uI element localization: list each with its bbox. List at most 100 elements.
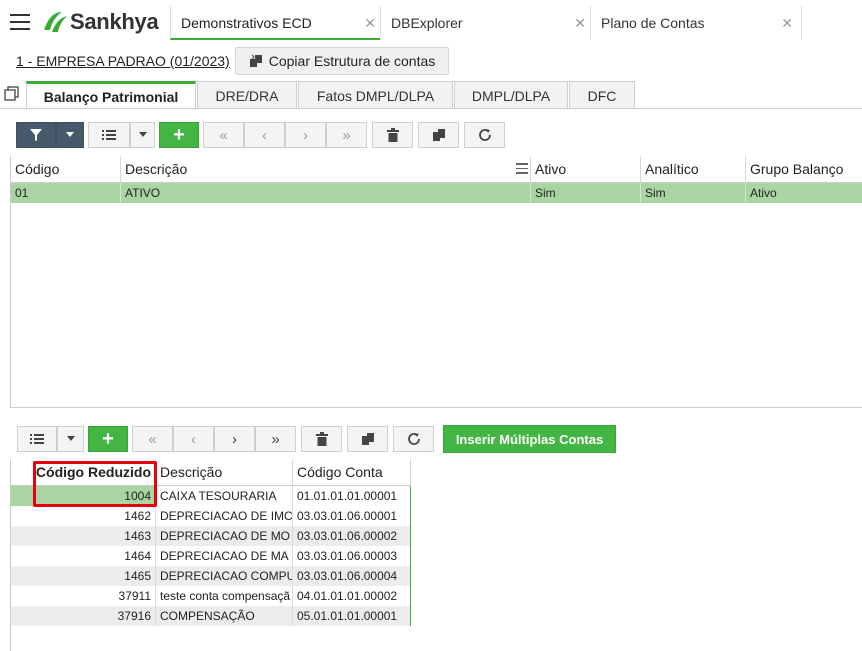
copy-icon [432, 129, 445, 141]
table-row[interactable]: 1465 DEPRECIACAO COMPU 03.03.01.06.00004 [11, 566, 411, 586]
tab-demonstrativos-ecd[interactable]: Demonstrativos ECD ✕ [170, 6, 380, 40]
cell-descricao: DEPRECIACAO DE MO [156, 526, 293, 546]
add-button[interactable]: + [159, 122, 199, 148]
cell-codigo-reduzido: 1464 [11, 546, 156, 566]
tab-dre-dra[interactable]: DRE/DRA [197, 81, 297, 109]
first-icon: « [219, 126, 228, 144]
table-row[interactable]: 01 ATIVO Sim Sim Ativo [11, 183, 862, 203]
windows-icon[interactable] [4, 86, 20, 102]
list-view-dropdown-button[interactable] [57, 426, 84, 452]
list-icon [102, 130, 116, 140]
col-descricao[interactable]: Descrição [156, 459, 293, 486]
brand-name: Sankhya [70, 9, 159, 34]
tab-plano-de-contas[interactable]: Plano de Contas ✕ [590, 6, 802, 40]
refresh-button[interactable] [393, 426, 434, 452]
cell-codigo-reduzido: 1465 [11, 566, 156, 586]
chevron-down-icon [66, 132, 74, 137]
tab-label: Plano de Contas [601, 15, 705, 31]
close-icon[interactable]: ✕ [781, 6, 793, 40]
trash-icon [386, 128, 399, 142]
cell-grupo: Ativo [746, 183, 862, 203]
last-record-button[interactable]: » [326, 122, 367, 148]
cell-descricao: DEPRECIACAO DE IMC [156, 506, 293, 526]
filter-dropdown-button[interactable] [56, 122, 84, 148]
first-record-button[interactable]: « [203, 122, 244, 148]
duplicate-button[interactable] [347, 426, 388, 452]
tab-fatos-dmpl-dlpa[interactable]: Fatos DMPL/DLPA [298, 81, 453, 109]
last-icon: » [271, 430, 280, 448]
logo: Sankhya [40, 9, 159, 35]
table-row[interactable]: 1462 DEPRECIACAO DE IMC 03.03.01.06.0000… [11, 506, 411, 526]
tabs-divider [0, 108, 862, 109]
list-view-button[interactable] [88, 122, 130, 148]
menu-icon[interactable] [10, 14, 30, 30]
last-record-button[interactable]: » [255, 426, 296, 452]
top-bar: Sankhya Demonstrativos ECD ✕ DBExplorer … [0, 0, 862, 44]
company-label[interactable]: 1 - EMPRESA PADRAO (01/2023) [16, 53, 230, 69]
cell-codigo-conta: 04.01.01.01.00002 [293, 586, 411, 606]
first-icon: « [148, 430, 157, 448]
refresh-icon [478, 129, 491, 141]
col-codigo-conta[interactable]: Código Conta [293, 459, 411, 486]
col-grupo-balanco[interactable]: Grupo Balanço [746, 156, 862, 183]
cell-codigo-reduzido: 37911 [11, 586, 156, 606]
refresh-icon [407, 433, 420, 445]
copy-structure-button[interactable]: Copiar Estrutura de contas [235, 47, 449, 75]
filter-button[interactable] [16, 122, 56, 148]
copy-icon [361, 433, 374, 445]
delete-button[interactable] [301, 426, 342, 452]
refresh-button[interactable] [464, 122, 505, 148]
prev-icon: ‹ [191, 430, 196, 448]
col-ativo[interactable]: Ativo [531, 156, 641, 183]
cell-codigo-conta: 01.01.01.01.00001 [293, 486, 411, 506]
cell-descricao: teste conta compensaçã [156, 586, 293, 606]
list-view-dropdown-button[interactable] [130, 122, 155, 148]
cell-codigo-conta: 05.01.01.01.00001 [293, 606, 411, 626]
add-account-button[interactable]: + [88, 426, 128, 452]
col-analitico[interactable]: Analítico [641, 156, 746, 183]
structure-grid: Código Descrição Ativo Analítico Grupo B… [10, 156, 862, 408]
cell-descricao: CAIXA TESOURARIA [156, 486, 293, 506]
delete-button[interactable] [372, 122, 413, 148]
tab-balanco-patrimonial[interactable]: Balanço Patrimonial [26, 81, 196, 110]
cell-descricao: DEPRECIACAO COMPU [156, 566, 293, 586]
cell-codigo-reduzido: 37916 [11, 606, 156, 626]
highlight-box [33, 461, 157, 507]
cell-descricao: COMPENSAÇÃO [156, 606, 293, 626]
col-descricao[interactable]: Descrição [121, 156, 531, 183]
list-icon [30, 434, 44, 444]
grid-header: Código Descrição Ativo Analítico Grupo B… [11, 156, 862, 183]
insert-multiple-accounts-button[interactable]: Inserir Múltiplas Contas [443, 425, 616, 453]
table-row[interactable]: 1464 DEPRECIACAO DE MA 03.03.01.06.00003 [11, 546, 411, 566]
tab-dbexplorer[interactable]: DBExplorer ✕ [380, 6, 590, 40]
column-menu-icon[interactable] [516, 163, 528, 175]
col-codigo[interactable]: Código [11, 156, 121, 183]
list-view-button[interactable] [17, 426, 57, 452]
close-icon[interactable]: ✕ [574, 6, 586, 40]
tab-label: DBExplorer [391, 15, 463, 31]
table-row[interactable]: 37911 teste conta compensaçã 04.01.01.01… [11, 586, 411, 606]
first-record-button[interactable]: « [132, 426, 173, 452]
prev-record-button[interactable]: ‹ [173, 426, 214, 452]
tab-label: Demonstrativos ECD [181, 15, 312, 31]
next-record-button[interactable]: › [285, 122, 326, 148]
cell-codigo-conta: 03.03.01.06.00004 [293, 566, 411, 586]
cell-descricao: ATIVO [121, 183, 531, 203]
table-row[interactable]: 37916 COMPENSAÇÃO 05.01.01.01.00001 [11, 606, 411, 626]
next-icon: › [232, 430, 237, 448]
cell-descricao: DEPRECIACAO DE MA [156, 546, 293, 566]
cell-codigo-conta: 03.03.01.06.00002 [293, 526, 411, 546]
chevron-down-icon [138, 132, 147, 137]
prev-record-button[interactable]: ‹ [244, 122, 285, 148]
filter-icon [30, 129, 42, 141]
cell-codigo-reduzido: 1463 [11, 526, 156, 546]
cell-analitico: Sim [641, 183, 746, 203]
table-row[interactable]: 1463 DEPRECIACAO DE MO 03.03.01.06.00002 [11, 526, 411, 546]
tab-dfc[interactable]: DFC [569, 81, 635, 109]
duplicate-button[interactable] [418, 122, 459, 148]
cell-codigo-reduzido: 1462 [11, 506, 156, 526]
close-icon[interactable]: ✕ [364, 6, 376, 40]
sankhya-logo-icon [44, 12, 67, 32]
tab-dmpl-dlpa[interactable]: DMPL/DLPA [454, 81, 568, 109]
next-record-button[interactable]: › [214, 426, 255, 452]
